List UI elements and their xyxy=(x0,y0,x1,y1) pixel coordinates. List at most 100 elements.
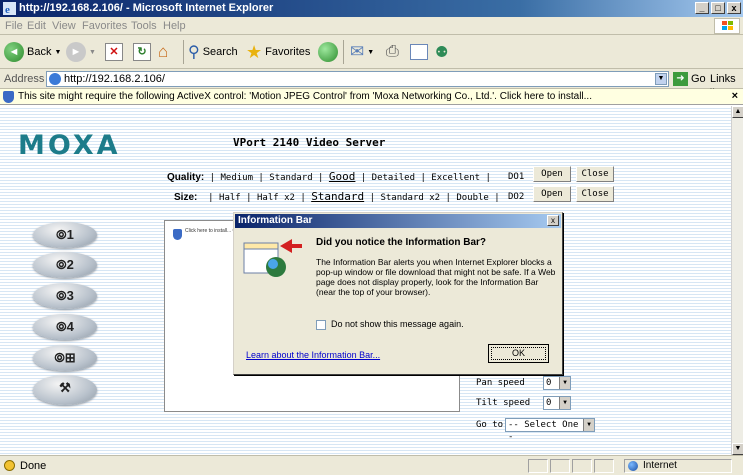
camera-3-button[interactable]: ⦾3 xyxy=(33,283,97,309)
internet-explorer-icon: e xyxy=(3,2,16,15)
quality-option-detailed[interactable]: Detailed xyxy=(372,173,415,183)
menu-file[interactable]: File xyxy=(5,20,23,32)
chevron-down-icon: ▼ xyxy=(54,48,62,56)
do1-close-button[interactable]: Close xyxy=(576,166,614,182)
shield-icon xyxy=(173,229,182,240)
home-button[interactable]: ⌂ xyxy=(158,40,178,64)
camera-4-button[interactable]: ⦾4 xyxy=(33,314,97,340)
menu-edit[interactable]: Edit xyxy=(27,20,46,32)
do1-open-button[interactable]: Open xyxy=(533,166,571,182)
search-button[interactable]: ⚲ Search xyxy=(188,40,238,64)
edit-button[interactable] xyxy=(410,40,428,64)
do2-label: DO2 xyxy=(508,192,525,202)
maximize-button[interactable]: □ xyxy=(711,2,725,14)
moxa-logo: MOXA xyxy=(18,130,121,161)
tilt-speed-select[interactable]: 0 ▼ xyxy=(543,396,571,410)
star-icon: ★ xyxy=(246,41,263,62)
information-bar-illustration-icon xyxy=(243,239,302,277)
menu-favorites[interactable]: Favorites xyxy=(82,20,127,32)
address-dropdown-button[interactable]: ▼ xyxy=(655,73,667,85)
zone-label: Internet xyxy=(643,460,677,471)
mail-button[interactable]: ✉ ▼ xyxy=(350,40,374,64)
goto-preset-select[interactable]: -- Select One -- ▼ xyxy=(505,418,595,442)
size-option-standard-x2[interactable]: Standard x2 xyxy=(380,193,440,203)
windows-logo-icon xyxy=(714,18,740,34)
chevron-down-icon: ▼ xyxy=(559,377,570,389)
dont-show-again-checkbox[interactable] xyxy=(316,320,326,330)
forward-button[interactable]: ► ▼ xyxy=(66,40,96,64)
information-bar-close-button[interactable]: × xyxy=(732,90,738,102)
size-option-half[interactable]: Half xyxy=(219,193,241,203)
quality-row: Quality: | Medium | Standard | Good | De… xyxy=(167,170,491,183)
links-label: Links xyxy=(710,73,736,85)
mail-icon: ✉ xyxy=(350,42,365,61)
status-text: Done xyxy=(20,460,47,472)
menu-tools[interactable]: Tools xyxy=(131,20,157,32)
refresh-button[interactable]: ↻ xyxy=(133,40,151,64)
print-button[interactable]: ⎙ xyxy=(386,40,399,64)
quality-option-good[interactable]: Good xyxy=(329,170,356,183)
security-zone[interactable]: Internet xyxy=(624,459,732,473)
quality-option-standard[interactable]: Standard xyxy=(269,173,312,183)
chevron-down-icon: ▼ xyxy=(89,48,96,56)
quality-option-medium[interactable]: Medium xyxy=(221,173,254,183)
address-label: Address xyxy=(4,73,45,85)
printer-icon: ⎙ xyxy=(386,43,399,60)
tilt-speed-label: Tilt speed xyxy=(476,398,531,408)
quality-option-excellent[interactable]: Excellent xyxy=(431,173,480,183)
chevron-down-icon: ▼ xyxy=(367,48,375,56)
settings-button[interactable]: ⚒ xyxy=(33,375,97,405)
information-bar[interactable]: This site might require the following Ac… xyxy=(0,89,743,105)
pan-speed-label: Pan speed xyxy=(476,378,525,388)
go-button[interactable]: ➜ Go xyxy=(673,72,706,86)
menu-bar: File Edit View Favorites Tools Help xyxy=(0,17,743,35)
address-input[interactable]: http://192.168.2.106/ ▼ xyxy=(46,71,669,87)
quad-view-button[interactable]: ⦾⊞ xyxy=(33,345,97,371)
dont-show-again-label[interactable]: Do not show this message again. xyxy=(331,319,464,329)
goto-label: Go to xyxy=(476,420,504,430)
camera-icon: ⦾ xyxy=(56,227,67,242)
size-option-double[interactable]: Double xyxy=(456,193,489,203)
camera-2-button[interactable]: ⦾2 xyxy=(33,252,97,278)
page-done-icon xyxy=(4,460,15,471)
window-titlebar[interactable]: e http://192.168.2.106/ - Microsoft Inte… xyxy=(0,0,743,17)
ok-button[interactable]: OK xyxy=(488,344,549,363)
information-bar-dialog: Information Bar x Did you notice the Inf… xyxy=(233,212,563,375)
menu-help[interactable]: Help xyxy=(163,20,186,32)
back-arrow-icon: ◄ xyxy=(4,42,24,62)
tilt-speed-value: 0 xyxy=(546,398,552,408)
forward-arrow-icon: ► xyxy=(66,42,86,62)
camera-1-button[interactable]: ⦾1 xyxy=(33,222,97,248)
menu-view[interactable]: View xyxy=(52,20,76,32)
pan-speed-value: 0 xyxy=(546,378,552,388)
vertical-scrollbar[interactable]: ▲ ▼ xyxy=(731,106,743,455)
minimize-button[interactable]: _ xyxy=(695,2,709,14)
edit-page-icon xyxy=(410,44,428,60)
dialog-close-button[interactable]: x xyxy=(547,215,559,226)
camera-icon: ⦾ xyxy=(56,257,67,272)
shield-icon xyxy=(3,91,14,103)
address-bar: Address http://192.168.2.106/ ▼ ➜ Go Lin… xyxy=(0,69,743,97)
do2-close-button[interactable]: Close xyxy=(576,186,614,202)
size-option-standard[interactable]: Standard xyxy=(311,190,364,203)
dialog-heading: Did you notice the Information Bar? xyxy=(316,237,487,248)
close-window-button[interactable]: x xyxy=(727,2,741,14)
stop-button[interactable]: ✕ xyxy=(105,40,123,64)
scroll-down-button[interactable]: ▼ xyxy=(732,443,743,455)
back-button[interactable]: ◄ Back ▼ xyxy=(4,40,61,64)
chevron-down-icon: ▼ xyxy=(583,419,594,431)
size-option-half-x2[interactable]: Half x2 xyxy=(257,193,295,203)
do2-open-button[interactable]: Open xyxy=(533,186,571,202)
search-label: Search xyxy=(202,46,238,58)
learn-more-link[interactable]: Learn about the Information Bar... xyxy=(246,350,380,360)
history-icon xyxy=(318,42,338,62)
history-button[interactable] xyxy=(318,40,338,64)
pan-speed-select[interactable]: 0 ▼ xyxy=(543,376,571,390)
messenger-button[interactable]: ⚉ xyxy=(435,40,448,64)
window-title: http://192.168.2.106/ - Microsoft Intern… xyxy=(19,2,274,14)
scroll-up-button[interactable]: ▲ xyxy=(732,106,743,118)
favorites-button[interactable]: ★ Favorites xyxy=(246,40,310,64)
camera-icon: ⦾ xyxy=(54,350,65,365)
favorites-label: Favorites xyxy=(265,46,311,58)
messenger-icon: ⚉ xyxy=(435,44,449,61)
